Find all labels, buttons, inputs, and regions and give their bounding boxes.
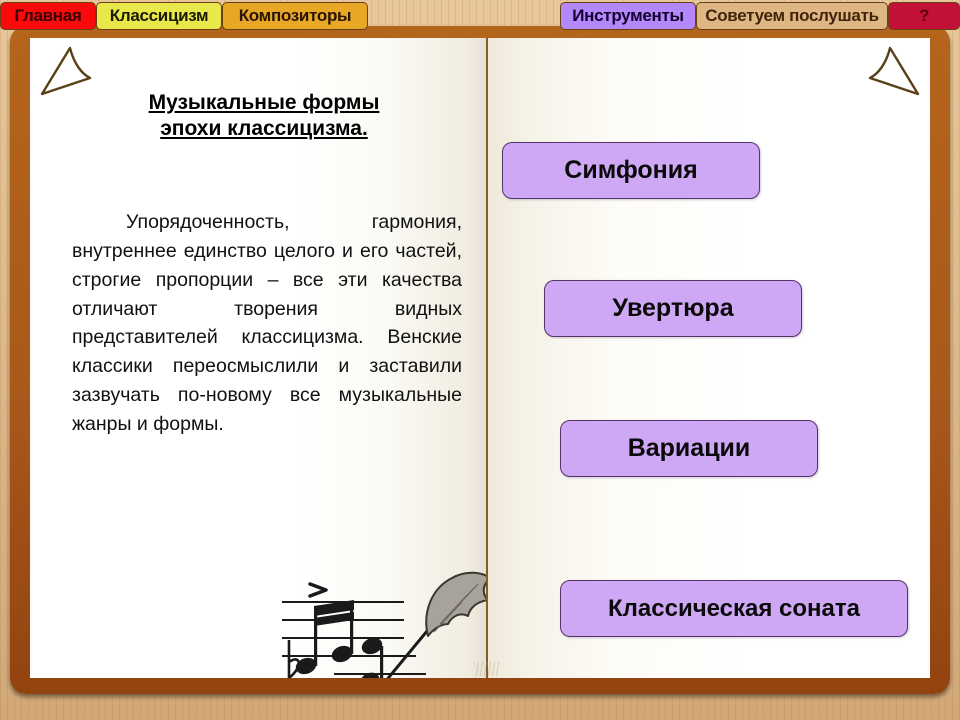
musical-staff-with-quill-illustration	[276, 562, 486, 678]
page-title-line-1: Музыкальные формы	[148, 91, 380, 114]
right-page: Симфония Увертюра Вариации Классическая …	[488, 38, 930, 678]
nav-button-2[interactable]: Композиторы	[222, 2, 368, 30]
term-box-overture[interactable]: Увертюра	[544, 280, 802, 337]
nav-button-4[interactable]: Советуем послушать	[696, 2, 888, 30]
term-box-symphony[interactable]: Симфония	[502, 142, 760, 199]
paper-smudge	[474, 662, 500, 676]
page-title-line-2: эпохи классицизма.	[160, 116, 368, 140]
left-page: Музыкальные формы эпохи классицизма. Упо…	[30, 38, 486, 678]
term-box-variations[interactable]: Вариации	[560, 420, 818, 477]
slide-canvas: Главная Классицизм Композиторы Инструменты С…	[0, 0, 960, 720]
nav-button-3[interactable]: Инструменты	[560, 2, 696, 30]
term-label: Увертюра	[612, 294, 734, 322]
term-label: Вариации	[627, 434, 751, 462]
body-paragraph: Упорядоченность, гармония, внутреннее ед…	[72, 211, 462, 436]
page-title: Музыкальные формы эпохи классицизма.	[74, 90, 454, 141]
corner-ornament-top-right	[862, 44, 922, 106]
term-label: Классическая соната	[608, 594, 860, 622]
term-label: Симфония	[564, 156, 698, 184]
nav-button-5[interactable]: ?	[888, 2, 960, 30]
nav-button-1[interactable]: Классицизм	[96, 2, 222, 30]
term-box-classical-sonata[interactable]: Классическая соната	[560, 580, 908, 637]
nav-button-0[interactable]: Главная	[0, 2, 96, 30]
navigation-bar: Главная Классицизм Композиторы Инструменты С…	[0, 0, 960, 32]
corner-ornament-top-left	[38, 44, 98, 106]
book-frame: Музыкальные формы эпохи классицизма. Упо…	[10, 26, 950, 694]
book-pages: Музыкальные формы эпохи классицизма. Упо…	[30, 38, 930, 678]
